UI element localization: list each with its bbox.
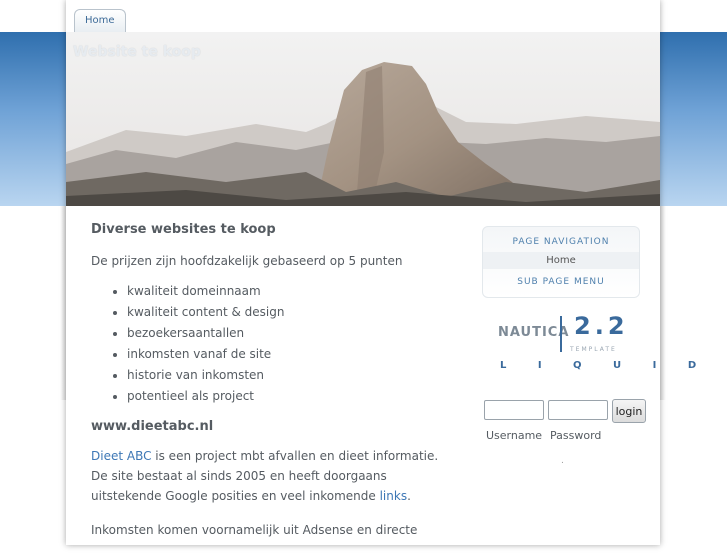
username-field[interactable]	[484, 400, 544, 420]
tab-home[interactable]: Home	[74, 9, 126, 32]
list-item: historie van inkomsten	[127, 365, 451, 386]
points-list: kwaliteit domeinnaam kwaliteit content &…	[91, 281, 451, 407]
login-button[interactable]: login	[612, 399, 646, 423]
sentence-end: .	[407, 489, 411, 503]
logo-name: NAUTICA	[498, 325, 570, 340]
dieet-abc-link[interactable]: Dieet ABC	[91, 449, 151, 463]
nautica-logo: NAUTICA 2.2 TEMPLATE L I Q U I D	[482, 312, 696, 374]
intro-text: De prijzen zijn hoofdzakelijk gebaseerd …	[91, 254, 403, 268]
password-label: Password	[550, 429, 602, 442]
section-title: www.dieetabc.nl	[91, 419, 214, 434]
misc-dot: .	[561, 456, 564, 466]
project-paragraph: Dieet ABC is een project mbt afvallen en…	[91, 446, 451, 506]
login-form: login	[484, 399, 654, 423]
list-item: kwaliteit domeinnaam	[127, 281, 451, 302]
site-title: Website te koop	[73, 44, 201, 60]
list-item: potentieel als project	[127, 386, 451, 407]
page-navigation-box: PAGE NAVIGATION Home SUB PAGE MENU	[482, 226, 640, 298]
list-item: bezoekersaantallen	[127, 323, 451, 344]
list-item: kwaliteit content & design	[127, 302, 451, 323]
page-heading: Diverse websites te koop	[91, 222, 276, 237]
username-label: Username	[486, 429, 543, 442]
logo-divider	[560, 316, 562, 352]
income-paragraph: Inkomsten komen voornamelijk uit Adsense…	[91, 523, 418, 537]
sidebar: PAGE NAVIGATION Home SUB PAGE MENU NAUTI…	[482, 226, 696, 374]
page-navigation-title: PAGE NAVIGATION	[512, 237, 610, 247]
password-field[interactable]	[548, 400, 608, 420]
main-content: Diverse websites te koop De prijzen zijn…	[91, 222, 451, 554]
logo-liquid: L I Q U I D	[500, 360, 711, 371]
list-item: inkomsten vanaf de site	[127, 344, 451, 365]
sub-page-menu-title: SUB PAGE MENU	[517, 277, 605, 287]
header-banner: Website te koop	[66, 32, 660, 206]
logo-version: 2.2	[574, 312, 629, 340]
links-link[interactable]: links	[380, 489, 407, 503]
logo-template: TEMPLATE	[570, 346, 617, 353]
sidebar-item-home[interactable]: Home	[483, 252, 639, 269]
